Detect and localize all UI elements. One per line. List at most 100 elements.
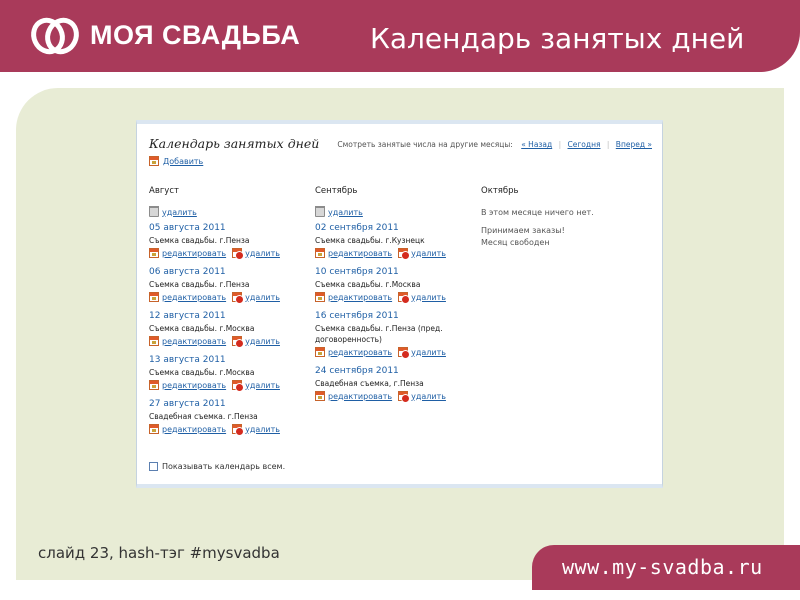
delete-link[interactable]: удалить bbox=[411, 249, 446, 258]
calendar-screenshot: Календарь занятых дней Смотреть занятые … bbox=[136, 120, 663, 488]
show-calendar-toggle[interactable]: Показывать календарь всем. bbox=[149, 462, 285, 471]
month-column-september: Сентябрь удалить 02 сентября 2011 Съемка… bbox=[315, 186, 475, 410]
month-column-october: Октябрь В этом месяце ничего нет. Приним… bbox=[481, 186, 641, 249]
rings-logo-icon bbox=[31, 17, 79, 55]
month-name: Октябрь bbox=[481, 186, 519, 196]
calendar-entry: 12 августа 2011 Съемка свадьбы. г.Москва… bbox=[149, 311, 309, 348]
edit-link[interactable]: редактировать bbox=[162, 293, 226, 302]
calendar-entry: 02 сентября 2011 Съемка свадьбы. г.Кузне… bbox=[315, 223, 475, 260]
edit-icon bbox=[149, 292, 159, 302]
entry-description: Съемка свадьбы. г.Пенза bbox=[149, 236, 250, 245]
entry-date: 10 сентября 2011 bbox=[315, 267, 399, 277]
nav-forward-link[interactable]: Вперед » bbox=[616, 140, 652, 149]
nav-separator: | bbox=[606, 140, 610, 149]
calendar-entry: 16 сентября 2011 Съемка свадьбы. г.Пенза… bbox=[315, 311, 475, 359]
edit-icon bbox=[315, 391, 325, 401]
edit-icon bbox=[315, 292, 325, 302]
edit-icon bbox=[149, 248, 159, 258]
entry-actions: редактировать удалить bbox=[315, 347, 475, 359]
delete-icon bbox=[398, 292, 411, 304]
nav-prompt: Смотреть занятые числа на другие месяцы: bbox=[337, 140, 513, 149]
entry-actions: редактировать удалить bbox=[149, 248, 309, 260]
slide-header: МОЯ СВАДЬБА Календарь занятых дней bbox=[0, 0, 800, 72]
delete-icon bbox=[398, 347, 411, 359]
entry-description: Съемка свадьбы. г.Москва bbox=[315, 280, 421, 289]
edit-link[interactable]: редактировать bbox=[162, 337, 226, 346]
calendar-title: Календарь занятых дней bbox=[149, 136, 320, 151]
delete-icon bbox=[232, 248, 245, 260]
delete-icon bbox=[232, 424, 245, 436]
site-url: www.my-svadba.ru bbox=[562, 555, 763, 579]
delete-icon bbox=[232, 292, 245, 304]
calendar-entry: 24 сентября 2011 Свадебная съемка, г.Пен… bbox=[315, 366, 475, 403]
entry-date: 16 сентября 2011 bbox=[315, 311, 399, 321]
trash-icon bbox=[149, 206, 159, 217]
calendar-entry: 06 августа 2011 Съемка свадьбы. г.Пенза … bbox=[149, 267, 309, 304]
entry-date: 13 августа 2011 bbox=[149, 355, 226, 365]
edit-link[interactable]: редактировать bbox=[328, 348, 392, 357]
delete-link[interactable]: удалить bbox=[411, 293, 446, 302]
edit-icon bbox=[149, 336, 159, 346]
month-navigation: Смотреть занятые числа на другие месяцы:… bbox=[337, 140, 652, 149]
month-delete[interactable]: удалить bbox=[315, 206, 475, 217]
month-note-line: Месяц свободен bbox=[481, 238, 550, 247]
entry-description: Съемка свадьбы. г.Пенза bbox=[149, 280, 250, 289]
month-column-august: Август удалить 05 августа 2011 Съемка св… bbox=[149, 186, 309, 443]
edit-link[interactable]: редактировать bbox=[328, 392, 392, 401]
delete-link[interactable]: удалить bbox=[245, 249, 280, 258]
footer-band: www.my-svadba.ru bbox=[532, 545, 800, 590]
entry-date: 24 сентября 2011 bbox=[315, 366, 399, 376]
edit-icon bbox=[149, 424, 159, 434]
edit-icon bbox=[315, 248, 325, 258]
calendar-add-icon bbox=[149, 156, 159, 166]
edit-link[interactable]: редактировать bbox=[162, 425, 226, 434]
entry-actions: редактировать удалить bbox=[315, 292, 475, 304]
show-calendar-checkbox[interactable] bbox=[149, 462, 158, 471]
brand-logo: МОЯ СВАДЬБА bbox=[90, 20, 301, 50]
month-delete-link[interactable]: удалить bbox=[328, 208, 363, 217]
nav-today-link[interactable]: Сегодня bbox=[568, 140, 601, 149]
calendar-entry: 13 августа 2011 Съемка свадьбы. г.Москва… bbox=[149, 355, 309, 392]
entry-description: Свадебная съемка. г.Пенза bbox=[149, 412, 258, 421]
delete-icon bbox=[398, 248, 411, 260]
nav-back-link[interactable]: « Назад bbox=[521, 140, 552, 149]
delete-link[interactable]: удалить bbox=[245, 425, 280, 434]
delete-icon bbox=[232, 336, 245, 348]
delete-link[interactable]: удалить bbox=[411, 348, 446, 357]
edit-link[interactable]: редактировать bbox=[328, 249, 392, 258]
edit-link[interactable]: редактировать bbox=[162, 249, 226, 258]
entry-actions: редактировать удалить bbox=[315, 391, 475, 403]
show-calendar-label: Показывать календарь всем. bbox=[162, 462, 286, 471]
month-delete[interactable]: удалить bbox=[149, 206, 309, 217]
month-name: Август bbox=[149, 186, 179, 196]
entry-actions: редактировать удалить bbox=[315, 248, 475, 260]
month-note-line: Принимаем заказы! bbox=[481, 226, 565, 235]
trash-icon bbox=[315, 206, 325, 217]
calendar-entry: 10 сентября 2011 Съемка свадьбы. г.Москв… bbox=[315, 267, 475, 304]
entry-date: 05 августа 2011 bbox=[149, 223, 226, 233]
month-delete-link[interactable]: удалить bbox=[162, 208, 197, 217]
slide-caption: слайд 23, hash-тэг #mysvadba bbox=[38, 544, 280, 562]
slide-title: Календарь занятых дней bbox=[370, 22, 745, 55]
edit-link[interactable]: редактировать bbox=[328, 293, 392, 302]
entry-description: Съемка свадьбы. г.Москва bbox=[149, 324, 255, 333]
edit-link[interactable]: редактировать bbox=[162, 381, 226, 390]
calendar-entry: 27 августа 2011 Свадебная съемка. г.Пенз… bbox=[149, 399, 309, 436]
delete-icon bbox=[398, 391, 411, 403]
add-entry-link[interactable]: Добавить bbox=[163, 157, 203, 166]
edit-icon bbox=[149, 380, 159, 390]
nav-separator: | bbox=[558, 140, 562, 149]
add-entry-button[interactable]: Добавить bbox=[149, 156, 203, 166]
edit-icon bbox=[315, 347, 325, 357]
entry-date: 06 августа 2011 bbox=[149, 267, 226, 277]
entry-actions: редактировать удалить bbox=[149, 424, 309, 436]
month-name: Сентябрь bbox=[315, 186, 358, 196]
delete-link[interactable]: удалить bbox=[245, 337, 280, 346]
delete-link[interactable]: удалить bbox=[245, 293, 280, 302]
delete-link[interactable]: удалить bbox=[245, 381, 280, 390]
delete-link[interactable]: удалить bbox=[411, 392, 446, 401]
entry-actions: редактировать удалить bbox=[149, 292, 309, 304]
entry-actions: редактировать удалить bbox=[149, 336, 309, 348]
entry-description: Свадебная съемка, г.Пенза bbox=[315, 379, 424, 388]
calendar-entry: 05 августа 2011 Съемка свадьбы. г.Пенза … bbox=[149, 223, 309, 260]
